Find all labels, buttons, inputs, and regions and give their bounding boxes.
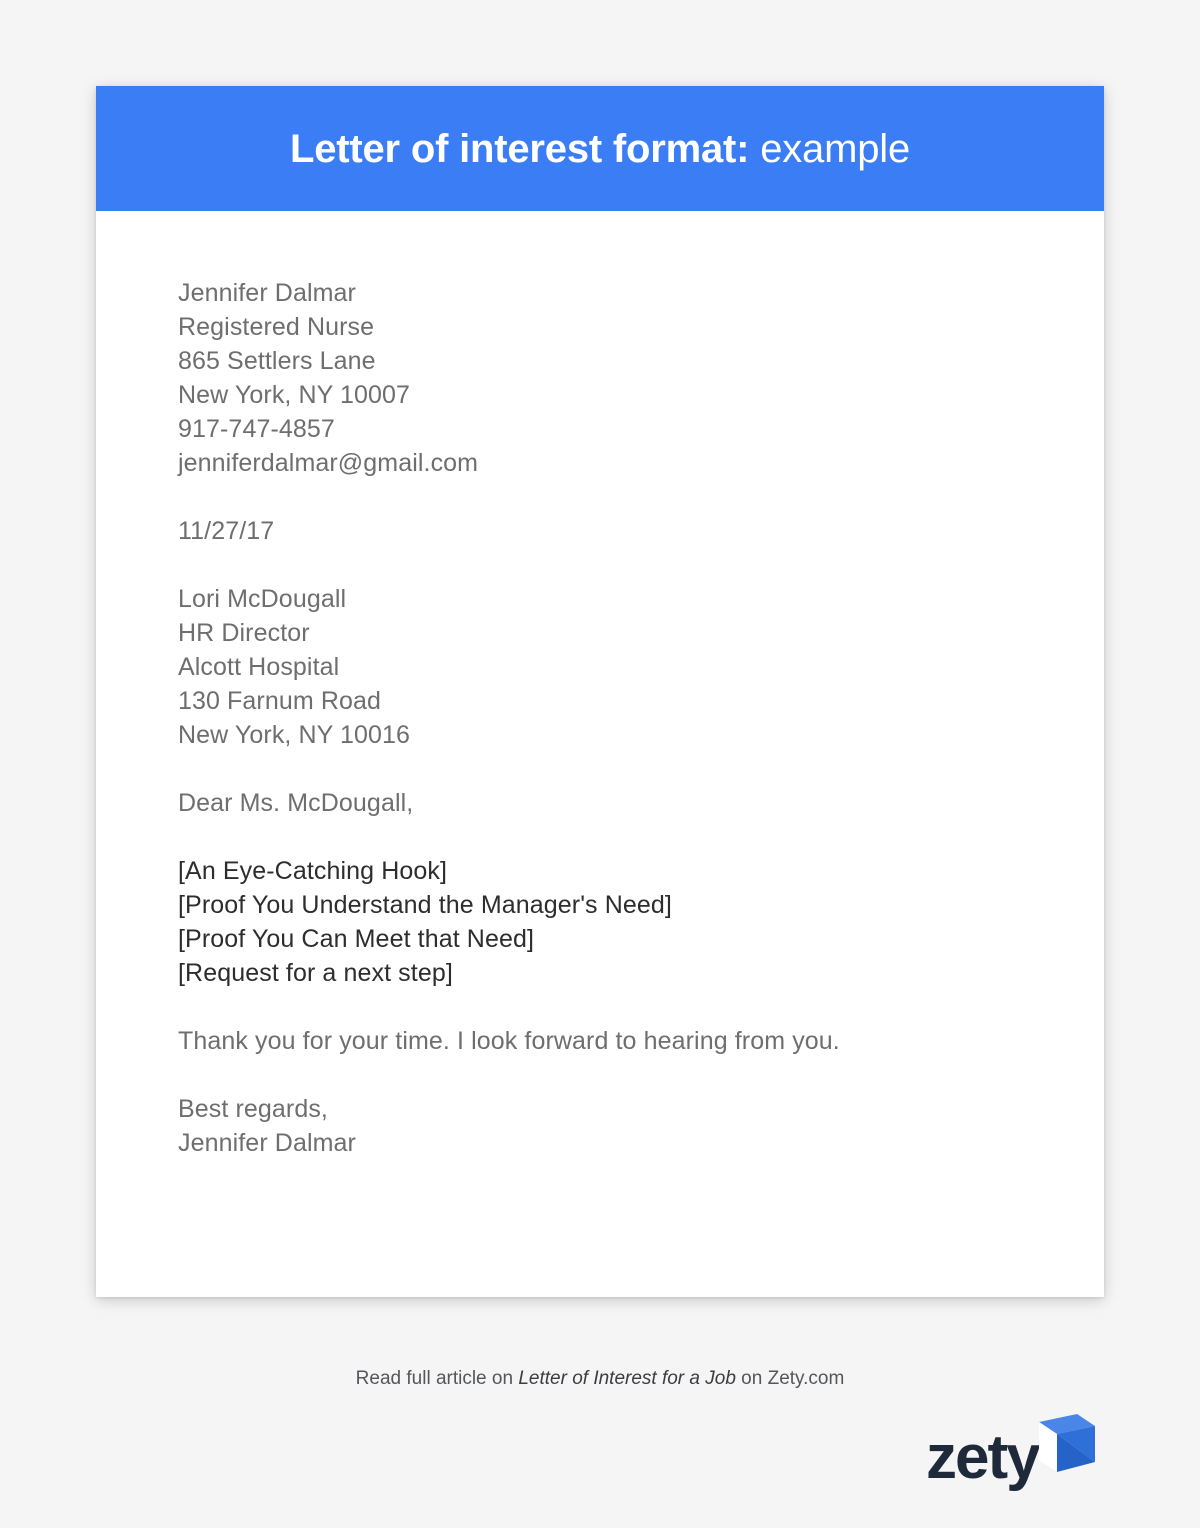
- footer-attribution: Read full article on Letter of Interest …: [0, 1366, 1200, 1392]
- card-header-bar: Letter of interest format: example: [96, 86, 1104, 211]
- closing-sentence-block: Thank you for your time. I look forward …: [178, 1024, 1058, 1058]
- page-title-strong: Letter of interest format:: [289, 126, 750, 171]
- date-block: 11/27/17: [178, 514, 1058, 548]
- body-placeholder-line: [An Eye-Catching Hook]: [178, 857, 447, 885]
- recipient-line: Alcott Hospital: [178, 653, 340, 681]
- letter-body: Jennifer Dalmar Registered Nurse 865 Set…: [178, 276, 1058, 1160]
- recipient-line: New York, NY 10016: [178, 721, 411, 749]
- body-placeholder-line: [Request for a next step]: [178, 959, 453, 987]
- signoff-line: Jennifer Dalmar: [178, 1129, 356, 1157]
- closing-sentence: Thank you for your time. I look forward …: [178, 1027, 840, 1055]
- sender-line: New York, NY 10007: [178, 381, 411, 409]
- body-placeholder-line: [Proof You Understand the Manager's Need…: [178, 891, 672, 919]
- salutation-block: Dear Ms. McDougall,: [178, 786, 1058, 820]
- recipient-block: Lori McDougall HR Director Alcott Hospit…: [178, 582, 1058, 752]
- sender-line: 865 Settlers Lane: [178, 347, 376, 375]
- page-root: Letter of interest format: example Jenni…: [0, 0, 1200, 1528]
- recipient-line: 130 Farnum Road: [178, 687, 382, 715]
- recipient-line: HR Director: [178, 619, 310, 647]
- body-placeholder-block: [An Eye-Catching Hook] [Proof You Unders…: [178, 854, 1058, 990]
- zety-arrow-icon: [1033, 1412, 1095, 1489]
- sender-line: Jennifer Dalmar: [178, 279, 356, 307]
- zety-logo[interactable]: zety: [926, 1413, 1106, 1500]
- sender-block: Jennifer Dalmar Registered Nurse 865 Set…: [178, 276, 1058, 480]
- letter-date: 11/27/17: [178, 517, 275, 545]
- signoff-block: Best regards, Jennifer Dalmar: [178, 1092, 1058, 1160]
- sender-line: 917-747-4857: [178, 415, 335, 443]
- body-placeholder-line: [Proof You Can Meet that Need]: [178, 925, 535, 953]
- letter-card: Letter of interest format: example Jenni…: [96, 86, 1104, 1297]
- page-title-light: example: [749, 126, 910, 171]
- zety-wordmark: zety: [926, 1423, 1041, 1492]
- signoff-line: Best regards,: [178, 1095, 328, 1123]
- sender-line: jenniferdalmar@gmail.com: [178, 449, 479, 477]
- salutation: Dear Ms. McDougall,: [178, 789, 414, 817]
- footer-suffix: on Zety.com: [735, 1368, 845, 1389]
- sender-line: Registered Nurse: [178, 313, 375, 341]
- recipient-line: Lori McDougall: [178, 585, 347, 613]
- footer-article-title: Letter of Interest for a Job: [518, 1368, 736, 1389]
- footer-prefix: Read full article on: [355, 1368, 519, 1389]
- page-title: Letter of interest format: example: [290, 127, 910, 171]
